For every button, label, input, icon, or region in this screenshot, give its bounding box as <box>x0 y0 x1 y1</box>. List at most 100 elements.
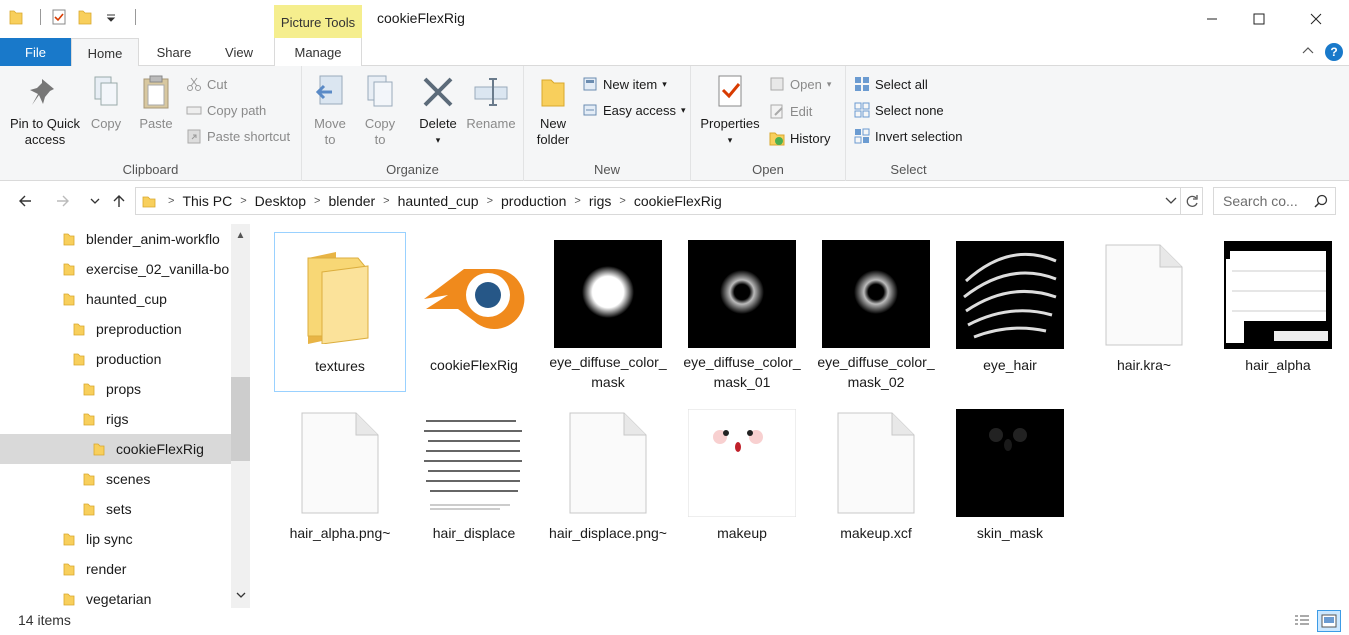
tab-manage[interactable]: Manage <box>274 38 362 66</box>
file-tile[interactable]: hair_alpha <box>1212 232 1344 392</box>
invert-selection-label: Invert selection <box>875 128 963 144</box>
open-button[interactable]: Open ▾ <box>769 76 831 92</box>
maximize-button[interactable] <box>1236 0 1282 38</box>
delete-button[interactable]: Delete ▾ <box>415 72 461 148</box>
close-button[interactable] <box>1293 0 1339 38</box>
back-button[interactable] <box>14 190 36 212</box>
scroll-up-icon[interactable]: ▲ <box>231 226 250 244</box>
new-folder-icon[interactable] <box>77 8 93 26</box>
nav-folder-item[interactable]: haunted_cup <box>0 284 231 314</box>
move-to-button[interactable]: Move to <box>310 72 350 148</box>
collapse-ribbon-icon[interactable] <box>1301 44 1315 58</box>
scroll-down-icon[interactable] <box>231 586 250 604</box>
soft-dot-thumbnail <box>552 239 664 348</box>
address-history-icon[interactable] <box>1164 193 1178 207</box>
recent-locations-button[interactable] <box>84 190 106 212</box>
chevron-right-icon[interactable]: > <box>240 195 246 207</box>
new-item-button[interactable]: New item ▾ <box>582 76 667 92</box>
scroll-thumb[interactable] <box>231 377 250 461</box>
file-tile[interactable]: eye_diffuse_color_mask <box>542 232 674 392</box>
nav-folder-item[interactable]: scenes <box>0 464 231 494</box>
refresh-button[interactable] <box>1180 188 1202 214</box>
search-input[interactable]: Search co... <box>1213 187 1336 215</box>
rename-button[interactable]: Rename <box>466 72 516 132</box>
file-tile[interactable]: hair.kra~ <box>1078 232 1210 392</box>
chevron-right-icon[interactable]: > <box>168 195 174 207</box>
paste-shortcut-button[interactable]: Paste shortcut <box>186 128 290 144</box>
nav-folder-item[interactable]: rigs <box>0 404 231 434</box>
history-button[interactable]: History <box>769 130 830 146</box>
nav-scrollbar[interactable]: ▲ <box>231 224 250 608</box>
nav-folder-item[interactable]: exercise_02_vanilla-bo <box>0 254 231 284</box>
crumb-blender[interactable]: blender <box>328 193 375 209</box>
help-icon[interactable]: ? <box>1325 43 1343 61</box>
minimize-button[interactable] <box>1189 0 1235 38</box>
new-folder-button[interactable]: New folder <box>530 72 576 148</box>
nav-folder-item[interactable]: lip sync <box>0 524 231 554</box>
crumb-rigs[interactable]: rigs <box>589 193 612 209</box>
properties-dropdown-icon[interactable]: ▾ <box>728 132 733 148</box>
paste-button[interactable]: Paste <box>133 72 179 132</box>
nav-folder-item[interactable]: preproduction <box>0 314 231 344</box>
copy-to-button[interactable]: Copy to <box>360 72 400 148</box>
file-tile[interactable]: cookieFlexRig <box>408 232 540 392</box>
chevron-right-icon[interactable]: > <box>383 195 389 207</box>
nav-folder-label: props <box>106 381 142 397</box>
crumb-desktop[interactable]: Desktop <box>255 193 306 209</box>
chevron-right-icon[interactable]: > <box>619 195 625 207</box>
edit-button[interactable]: Edit <box>769 103 812 119</box>
delete-dropdown-icon[interactable]: ▾ <box>436 132 441 148</box>
crumb-production[interactable]: production <box>501 193 566 209</box>
nav-folder-item[interactable]: sets <box>0 494 231 524</box>
easy-access-button[interactable]: Easy access ▾ <box>582 102 686 118</box>
nav-folder-item[interactable]: render <box>0 554 231 584</box>
large-icons-view-button[interactable] <box>1317 610 1341 632</box>
tab-view[interactable]: View <box>210 38 268 66</box>
nav-folder-item[interactable]: cookieFlexRig <box>0 434 231 464</box>
address-bar[interactable]: > This PC > Desktop > blender > haunted_… <box>135 187 1203 215</box>
properties-button[interactable]: Properties ▾ <box>699 72 761 148</box>
nav-folder-item[interactable]: vegetarian <box>0 584 231 608</box>
properties-icon[interactable] <box>51 8 67 26</box>
tab-share[interactable]: Share <box>146 38 202 66</box>
file-tile[interactable]: eye_hair <box>944 232 1076 392</box>
chevron-right-icon[interactable]: > <box>574 195 580 207</box>
crumb-cookieflexrig[interactable]: cookieFlexRig <box>634 193 722 209</box>
file-tile[interactable]: hair_displace.png~ <box>542 400 674 560</box>
chevron-right-icon[interactable]: > <box>314 195 320 207</box>
file-tile[interactable]: textures <box>274 232 406 392</box>
details-view-button[interactable] <box>1292 611 1312 631</box>
select-all-button[interactable]: Select all <box>854 76 928 92</box>
breadcrumb: > This PC > Desktop > blender > haunted_… <box>136 193 722 209</box>
file-tile[interactable]: skin_mask <box>944 400 1076 560</box>
file-tile[interactable]: hair_alpha.png~ <box>274 400 406 560</box>
select-none-button[interactable]: Select none <box>854 102 944 118</box>
chevron-right-icon[interactable]: > <box>487 195 493 207</box>
nav-folder-label: sets <box>106 501 132 517</box>
tab-home[interactable]: Home <box>71 38 139 67</box>
cut-button[interactable]: Cut <box>186 76 227 92</box>
crumb-this-pc[interactable]: This PC <box>182 193 232 209</box>
file-tile[interactable]: eye_diffuse_color_mask_02 <box>810 232 942 392</box>
copy-path-button[interactable]: Copy path <box>186 102 266 118</box>
folder-icon <box>73 323 85 336</box>
nav-folder-item[interactable]: blender_anim-workflo <box>0 224 231 254</box>
folder-icon <box>83 413 95 426</box>
new-group-label: New <box>593 162 620 177</box>
forward-button[interactable] <box>52 190 74 212</box>
nav-folder-item[interactable]: production <box>0 344 231 374</box>
file-tile[interactable]: hair_displace <box>408 400 540 560</box>
nav-folder-label: render <box>86 561 127 577</box>
up-button[interactable] <box>108 190 130 212</box>
file-tile[interactable]: eye_diffuse_color_mask_01 <box>676 232 808 392</box>
tab-file[interactable]: File <box>0 38 71 66</box>
invert-selection-button[interactable]: Invert selection <box>854 128 962 144</box>
file-tile[interactable]: makeup <box>676 400 808 560</box>
customize-qat-icon[interactable] <box>103 8 119 26</box>
status-bar: 14 items <box>0 608 1349 635</box>
crumb-haunted-cup[interactable]: haunted_cup <box>398 193 479 209</box>
pin-to-quick-access-button[interactable]: Pin to Quick access <box>8 72 82 148</box>
nav-folder-item[interactable]: props <box>0 374 231 404</box>
copy-button[interactable]: Copy <box>84 72 128 132</box>
file-tile[interactable]: makeup.xcf <box>810 400 942 560</box>
